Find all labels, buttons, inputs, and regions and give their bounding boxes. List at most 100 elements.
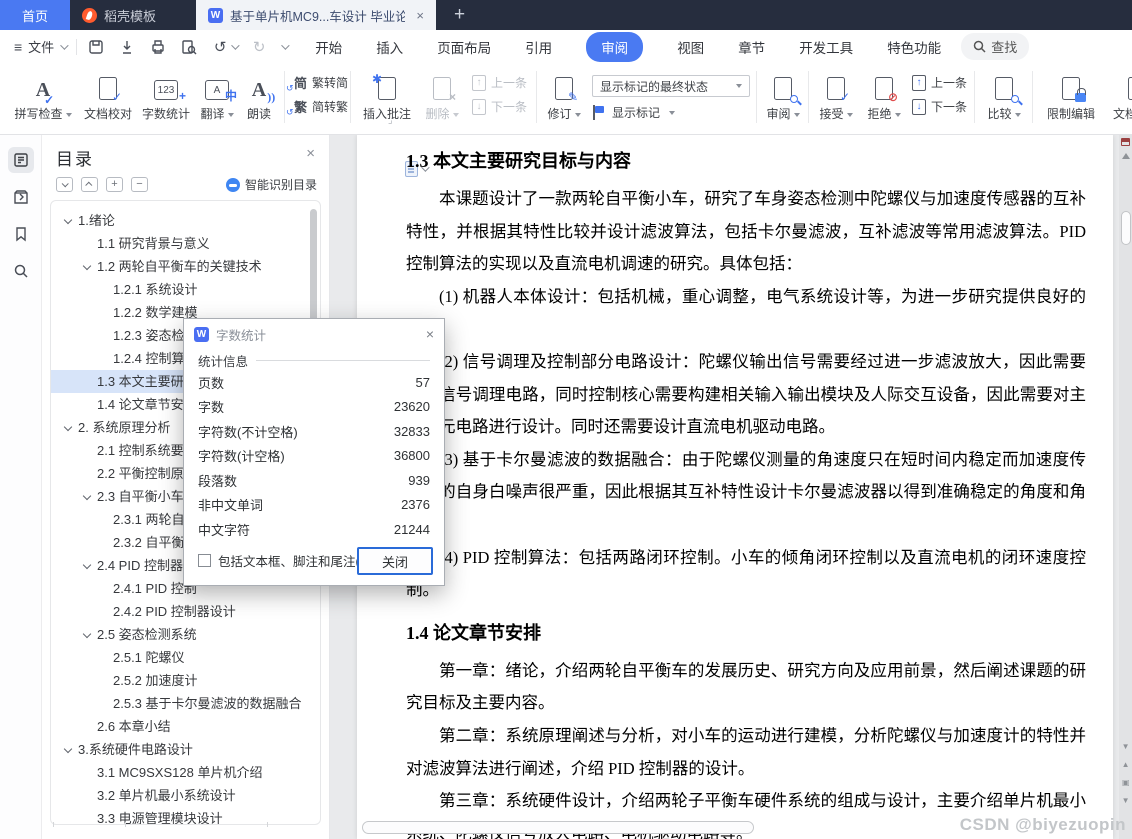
print-preview-button[interactable] bbox=[180, 38, 198, 56]
divider bbox=[256, 360, 430, 361]
review-pane-button[interactable]: 审阅 bbox=[762, 70, 804, 122]
word-count-dialog[interactable]: W 字数统计 × 统计信息 页数 57 字数 23620 字符数(不计空格) 3283… bbox=[183, 318, 445, 586]
vertical-scroll-thumb[interactable] bbox=[1120, 211, 1131, 245]
toc-item[interactable]: 3.系统硬件电路设计 bbox=[51, 738, 320, 761]
toc-item[interactable]: 1.绪论 bbox=[51, 209, 320, 232]
next-page-icon[interactable]: ▼ bbox=[1122, 797, 1130, 805]
ruler-toggle-icon[interactable] bbox=[1121, 138, 1130, 146]
accept-change-button[interactable]: ✓ 接受 bbox=[814, 70, 858, 122]
translate-button[interactable]: A中 翻译 bbox=[196, 70, 238, 122]
paragraph: 第二章：系统原理阐述与分析，对小车的运动进行建模，分析陀螺仪与加速度计的特性并对… bbox=[406, 725, 1086, 778]
document-page[interactable]: 1.3 本文主要研究目标与内容 本课题设计了一款两轮自平衡小车，研究了车身姿态检… bbox=[357, 135, 1113, 839]
tab-dev-tools[interactable]: 开发工具 bbox=[799, 37, 853, 57]
toc-item[interactable]: 2.5.1 陀螺仪 bbox=[51, 646, 320, 669]
read-aloud-button[interactable]: A)‌) 朗读 bbox=[240, 70, 278, 122]
restrict-editing-button[interactable]: 限制编辑 bbox=[1040, 70, 1102, 122]
toolbar-collapse-icon[interactable] bbox=[281, 40, 290, 50]
tab-start[interactable]: 开始 bbox=[315, 37, 342, 57]
smart-toc-button[interactable]: 智能识别目录 bbox=[225, 176, 317, 193]
vertical-scrollbar[interactable]: ▼ ▲ ▣ ▼ bbox=[1119, 135, 1132, 839]
word-count-button[interactable]: 123 + 字数统计 bbox=[138, 70, 194, 122]
scroll-up-icon[interactable] bbox=[1121, 153, 1130, 159]
section-heading-1-4: 1.4 论文章节安排 bbox=[406, 622, 541, 643]
toc-item[interactable]: 2.6 本章小结 bbox=[51, 715, 320, 738]
close-toc-icon[interactable]: × bbox=[306, 145, 315, 162]
close-button[interactable]: 关闭 bbox=[357, 547, 433, 575]
tab-view[interactable]: 视图 bbox=[677, 37, 704, 57]
divider bbox=[284, 71, 285, 123]
new-tab-button[interactable]: + bbox=[436, 0, 483, 30]
divider bbox=[350, 71, 351, 123]
next-comment-button[interactable]: ↓ 下一条 bbox=[472, 96, 527, 117]
tab-section[interactable]: 章节 bbox=[738, 37, 765, 57]
zoom-out-level-button[interactable]: − bbox=[131, 177, 148, 192]
delete-comment-button[interactable]: × 删除 bbox=[420, 70, 464, 122]
zoom-in-level-button[interactable]: + bbox=[106, 177, 123, 192]
dialog-title-bar[interactable]: W 字数统计 × bbox=[184, 319, 444, 349]
tab-insert[interactable]: 插入 bbox=[376, 37, 403, 57]
next-change-button[interactable]: ↓ 下一条 bbox=[912, 96, 967, 117]
trad-to-simp-button[interactable]: ↺ 简 繁转简 bbox=[286, 72, 348, 93]
review-ribbon: A ✓ 拼写检查 ✓ 文档校对 123 + 字数统计 A中 翻译 A)‌) 朗读 ↺… bbox=[0, 63, 1132, 135]
toc-item[interactable]: 3.3 电源管理模块设计 bbox=[51, 807, 320, 824]
save-button[interactable] bbox=[87, 38, 105, 56]
find-button[interactable]: 查找 bbox=[961, 33, 1030, 60]
spell-check-button[interactable]: A ✓ 拼写检查 bbox=[12, 70, 74, 122]
print-button[interactable] bbox=[149, 38, 167, 56]
prev-change-button[interactable]: ↑ 上一条 bbox=[912, 72, 967, 93]
chevron-down-icon bbox=[82, 491, 92, 501]
next-comment-icon: ↓ bbox=[472, 98, 486, 115]
chapter-pane-button[interactable] bbox=[8, 184, 34, 210]
toc-item[interactable]: 1.2.1 系统设计 bbox=[51, 278, 320, 301]
toc-item[interactable]: 3.1 MC9SXS128 单片机介绍 bbox=[51, 761, 320, 784]
divider bbox=[974, 71, 975, 123]
tab-special-features[interactable]: 特色功能 bbox=[887, 37, 941, 57]
file-menu-button[interactable]: ≡ 文件 bbox=[14, 37, 69, 56]
reject-icon: ⊘ bbox=[875, 77, 898, 103]
insert-comment-icon: ✱ bbox=[372, 73, 396, 100]
markup-state-dropdown[interactable]: 显示标记的最终状态 bbox=[592, 75, 750, 97]
toc-item[interactable]: 1.2 两轮自平衡车的关键技术 bbox=[51, 255, 320, 278]
toc-item[interactable]: 3.2 单片机最小系统设计 bbox=[51, 784, 320, 807]
simp-to-trad-button[interactable]: ↺ 繁 简转繁 bbox=[286, 96, 348, 117]
insert-comment-button[interactable]: ✱ 插入批注 bbox=[358, 70, 416, 122]
tick bbox=[125, 822, 126, 827]
prev-page-icon[interactable]: ▲ bbox=[1122, 761, 1130, 769]
toc-pane-button[interactable] bbox=[8, 147, 34, 173]
reject-change-button[interactable]: ⊘ 拒绝 bbox=[862, 70, 906, 122]
toc-panel-title: 目录 bbox=[56, 150, 94, 169]
doc-proof-button[interactable]: ✓ 文档校对 bbox=[80, 70, 136, 122]
toc-item[interactable]: 2.5 姿态检测系统 bbox=[51, 623, 320, 646]
track-changes-button[interactable]: ✎ 修订 bbox=[544, 70, 584, 122]
page-select-icon[interactable]: ▣ bbox=[1122, 779, 1130, 787]
toc-scrollbar[interactable] bbox=[310, 209, 317, 329]
prev-comment-button[interactable]: ↑ 上一条 bbox=[472, 72, 527, 93]
search-pane-button[interactable] bbox=[8, 258, 34, 284]
toc-item[interactable]: 2.5.2 加速度计 bbox=[51, 669, 320, 692]
horizontal-scroll-thumb[interactable] bbox=[362, 821, 754, 834]
bookmark-pane-button[interactable] bbox=[8, 221, 34, 247]
tab-docer[interactable]: 稻壳模板 bbox=[70, 0, 192, 30]
tab-review[interactable]: 审阅 bbox=[586, 31, 644, 62]
document-content[interactable]: 1.3 本文主要研究目标与内容 本课题设计了一款两轮自平衡小车，研究了车身姿态检… bbox=[406, 141, 1086, 839]
chevron-down-icon bbox=[82, 629, 92, 639]
toc-item[interactable]: 2.5.3 基于卡尔曼滤波的数据融合 bbox=[51, 692, 320, 715]
collapse-all-button[interactable] bbox=[81, 177, 98, 192]
doc-permission-button[interactable]: 文档权限 bbox=[1106, 70, 1132, 122]
compare-button[interactable]: 比较 bbox=[982, 70, 1026, 122]
tab-page-layout[interactable]: 页面布局 bbox=[437, 37, 491, 57]
chevron-down-icon bbox=[63, 215, 73, 225]
tab-references[interactable]: 引用 bbox=[525, 37, 552, 57]
undo-button[interactable]: ↺ bbox=[211, 38, 240, 56]
scroll-down-icon[interactable]: ▼ bbox=[1122, 743, 1130, 751]
show-markup-button[interactable]: 显示标记 bbox=[592, 104, 676, 121]
export-pdf-button[interactable] bbox=[118, 38, 136, 56]
toc-item[interactable]: 2.4.2 PID 控制器设计 bbox=[51, 600, 320, 623]
close-tab-icon[interactable]: × bbox=[416, 8, 424, 23]
tab-home[interactable]: 首页 bbox=[0, 0, 70, 30]
expand-all-button[interactable] bbox=[56, 177, 73, 192]
redo-button[interactable]: ↻ bbox=[250, 38, 268, 56]
toc-item[interactable]: 1.1 研究背景与意义 bbox=[51, 232, 320, 255]
close-dialog-icon[interactable]: × bbox=[426, 326, 434, 342]
tab-document[interactable]: W 基于单片机MC9...车设计 毕业论文 × bbox=[196, 0, 436, 30]
